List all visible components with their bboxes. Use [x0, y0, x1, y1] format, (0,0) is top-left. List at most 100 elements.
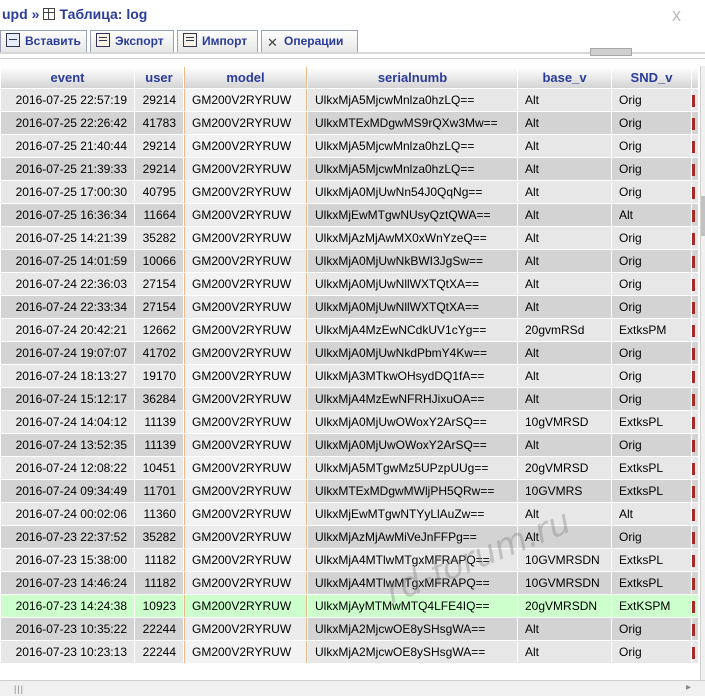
cell-serialnumb[interactable]: UlkxMjA0MjUwNllWXTQtXA==	[308, 273, 517, 295]
cell-snd-v[interactable]: ExtksPM	[612, 319, 691, 341]
cell-extra[interactable]	[692, 641, 698, 663]
cell-user[interactable]: 27154	[135, 273, 183, 295]
cell-snd-v[interactable]: ExtksPL	[612, 572, 691, 594]
tab-import[interactable]: Импорт	[177, 30, 258, 52]
cell-event[interactable]: 2016-07-24 22:36:03	[1, 273, 134, 295]
cell-snd-v[interactable]: ExtksPL	[612, 411, 691, 433]
horizontal-scrollbar[interactable]: ||| ▸	[0, 680, 705, 696]
cell-base-v[interactable]: Alt	[518, 227, 611, 249]
cell-user[interactable]: 36284	[135, 388, 183, 410]
cell-serialnumb[interactable]: UlkxMjA0MjUwNllWXTQtXA==	[308, 296, 517, 318]
cell-model[interactable]: GM200V2RYRUW	[184, 89, 307, 111]
cell-user[interactable]: 41783	[135, 112, 183, 134]
cell-base-v[interactable]: 10GVMRSDN	[518, 572, 611, 594]
breadcrumb-table[interactable]: Таблица: log	[59, 6, 147, 22]
cell-serialnumb[interactable]: UlkxMjA2MjcwOE8ySHsgWA==	[308, 618, 517, 640]
table-row[interactable]: 2016-07-23 10:23:13 22244 GM200V2RYRUW Ulkx…	[1, 641, 698, 663]
cell-user[interactable]: 10066	[135, 250, 183, 272]
col-header-base-v[interactable]: base_v	[518, 67, 611, 88]
cell-snd-v[interactable]: Orig	[612, 641, 691, 663]
cell-model[interactable]: GM200V2RYRUW	[184, 181, 307, 203]
cell-snd-v[interactable]: Orig	[612, 273, 691, 295]
cell-snd-v[interactable]: Orig	[612, 342, 691, 364]
cell-extra[interactable]	[692, 250, 698, 272]
table-row[interactable]: 2016-07-24 22:36:03 27154 GM200V2RYRUW Ulkx…	[1, 273, 698, 295]
cell-model[interactable]: GM200V2RYRUW	[184, 342, 307, 364]
cell-model[interactable]: GM200V2RYRUW	[184, 227, 307, 249]
cell-extra[interactable]	[692, 618, 698, 640]
cell-serialnumb[interactable]: UlkxMjA0MjUwOWoxY2ArSQ==	[308, 411, 517, 433]
cell-model[interactable]: GM200V2RYRUW	[184, 365, 307, 387]
cell-snd-v[interactable]: Orig	[612, 618, 691, 640]
cell-extra[interactable]	[692, 434, 698, 456]
cell-serialnumb[interactable]: UlkxMjA0MjUwNkdPbmY4Kw==	[308, 342, 517, 364]
cell-snd-v[interactable]: Alt	[612, 204, 691, 226]
table-row[interactable]: 2016-07-24 20:42:21 12662 GM200V2RYRUW Ulkx…	[1, 319, 698, 341]
cell-extra[interactable]	[692, 273, 698, 295]
cell-extra[interactable]	[692, 181, 698, 203]
scroll-right-icon[interactable]: ▸	[686, 682, 698, 694]
cell-snd-v[interactable]: Orig	[612, 181, 691, 203]
cell-extra[interactable]	[692, 503, 698, 525]
cell-user[interactable]: 29214	[135, 158, 183, 180]
cell-user[interactable]: 22244	[135, 641, 183, 663]
table-row[interactable]: 2016-07-24 22:33:34 27154 GM200V2RYRUW Ulkx…	[1, 296, 698, 318]
cell-serialnumb[interactable]: UlkxMjAzMjAwMX0xWnYzeQ==	[308, 227, 517, 249]
cell-serialnumb[interactable]: UlkxMjA4MzEwNFRHJixuOA==	[308, 388, 517, 410]
col-header-model[interactable]: model	[184, 67, 307, 88]
cell-event[interactable]: 2016-07-24 15:12:17	[1, 388, 134, 410]
cell-event[interactable]: 2016-07-24 14:04:12	[1, 411, 134, 433]
cell-serialnumb[interactable]: UlkxMjEwMTgwNTYyLlAuZw==	[308, 503, 517, 525]
table-row[interactable]: 2016-07-23 14:24:38 10923 GM200V2RYRUW Ulkx…	[1, 595, 698, 617]
cell-event[interactable]: 2016-07-24 00:02:06	[1, 503, 134, 525]
cell-base-v[interactable]: Alt	[518, 204, 611, 226]
cell-snd-v[interactable]: Orig	[612, 365, 691, 387]
cell-model[interactable]: GM200V2RYRUW	[184, 388, 307, 410]
cell-model[interactable]: GM200V2RYRUW	[184, 549, 307, 571]
cell-extra[interactable]	[692, 89, 698, 111]
cell-model[interactable]: GM200V2RYRUW	[184, 434, 307, 456]
cell-extra[interactable]	[692, 526, 698, 548]
tab-export[interactable]: Экспорт	[90, 30, 174, 52]
cell-extra[interactable]	[692, 388, 698, 410]
table-row[interactable]: 2016-07-25 22:26:42 41783 GM200V2RYRUW Ulkx…	[1, 112, 698, 134]
cell-user[interactable]: 40795	[135, 181, 183, 203]
cell-serialnumb[interactable]: UlkxMjA4MzEwNCdkUV1cYg==	[308, 319, 517, 341]
cell-event[interactable]: 2016-07-23 15:38:00	[1, 549, 134, 571]
table-row[interactable]: 2016-07-23 10:35:22 22244 GM200V2RYRUW Ulkx…	[1, 618, 698, 640]
vertical-scrollbar-thumb[interactable]	[701, 196, 705, 236]
breadcrumb-db[interactable]: upd	[2, 6, 28, 22]
table-row[interactable]: 2016-07-24 15:12:17 36284 GM200V2RYRUW Ulkx…	[1, 388, 698, 410]
cell-snd-v[interactable]: Orig	[612, 250, 691, 272]
col-header-serialnumb[interactable]: serialnumb	[308, 67, 517, 88]
cell-snd-v[interactable]: Orig	[612, 227, 691, 249]
cell-model[interactable]: GM200V2RYRUW	[184, 595, 307, 617]
cell-extra[interactable]	[692, 158, 698, 180]
cell-base-v[interactable]: Alt	[518, 250, 611, 272]
cell-extra[interactable]	[692, 204, 698, 226]
table-row[interactable]: 2016-07-24 19:07:07 41702 GM200V2RYRUW Ulkx…	[1, 342, 698, 364]
tab-insert[interactable]: Вставить	[0, 30, 87, 52]
cell-base-v[interactable]: Alt	[518, 365, 611, 387]
table-row[interactable]: 2016-07-24 18:13:27 19170 GM200V2RYRUW Ulkx…	[1, 365, 698, 387]
table-row[interactable]: 2016-07-23 15:38:00 11182 GM200V2RYRUW Ulkx…	[1, 549, 698, 571]
cell-user[interactable]: 35282	[135, 526, 183, 548]
cell-model[interactable]: GM200V2RYRUW	[184, 411, 307, 433]
cell-user[interactable]: 27154	[135, 296, 183, 318]
cell-serialnumb[interactable]: UlkxMjA5MTgwMz5UPzpUUg==	[308, 457, 517, 479]
cell-base-v[interactable]: Alt	[518, 641, 611, 663]
cell-event[interactable]: 2016-07-24 20:42:21	[1, 319, 134, 341]
cell-event[interactable]: 2016-07-25 16:36:34	[1, 204, 134, 226]
vertical-scrollbar[interactable]	[700, 66, 705, 680]
cell-snd-v[interactable]: Orig	[612, 158, 691, 180]
cell-base-v[interactable]: Alt	[518, 112, 611, 134]
cell-event[interactable]: 2016-07-25 22:26:42	[1, 112, 134, 134]
cell-user[interactable]: 11139	[135, 434, 183, 456]
cell-model[interactable]: GM200V2RYRUW	[184, 618, 307, 640]
cell-model[interactable]: GM200V2RYRUW	[184, 480, 307, 502]
cell-extra[interactable]	[692, 595, 698, 617]
cell-user[interactable]: 10923	[135, 595, 183, 617]
cell-serialnumb[interactable]: UlkxMTExMDgwMWljPH5QRw==	[308, 480, 517, 502]
table-row[interactable]: 2016-07-25 16:36:34 11664 GM200V2RYRUW Ulkx…	[1, 204, 698, 226]
cell-snd-v[interactable]: Orig	[612, 526, 691, 548]
